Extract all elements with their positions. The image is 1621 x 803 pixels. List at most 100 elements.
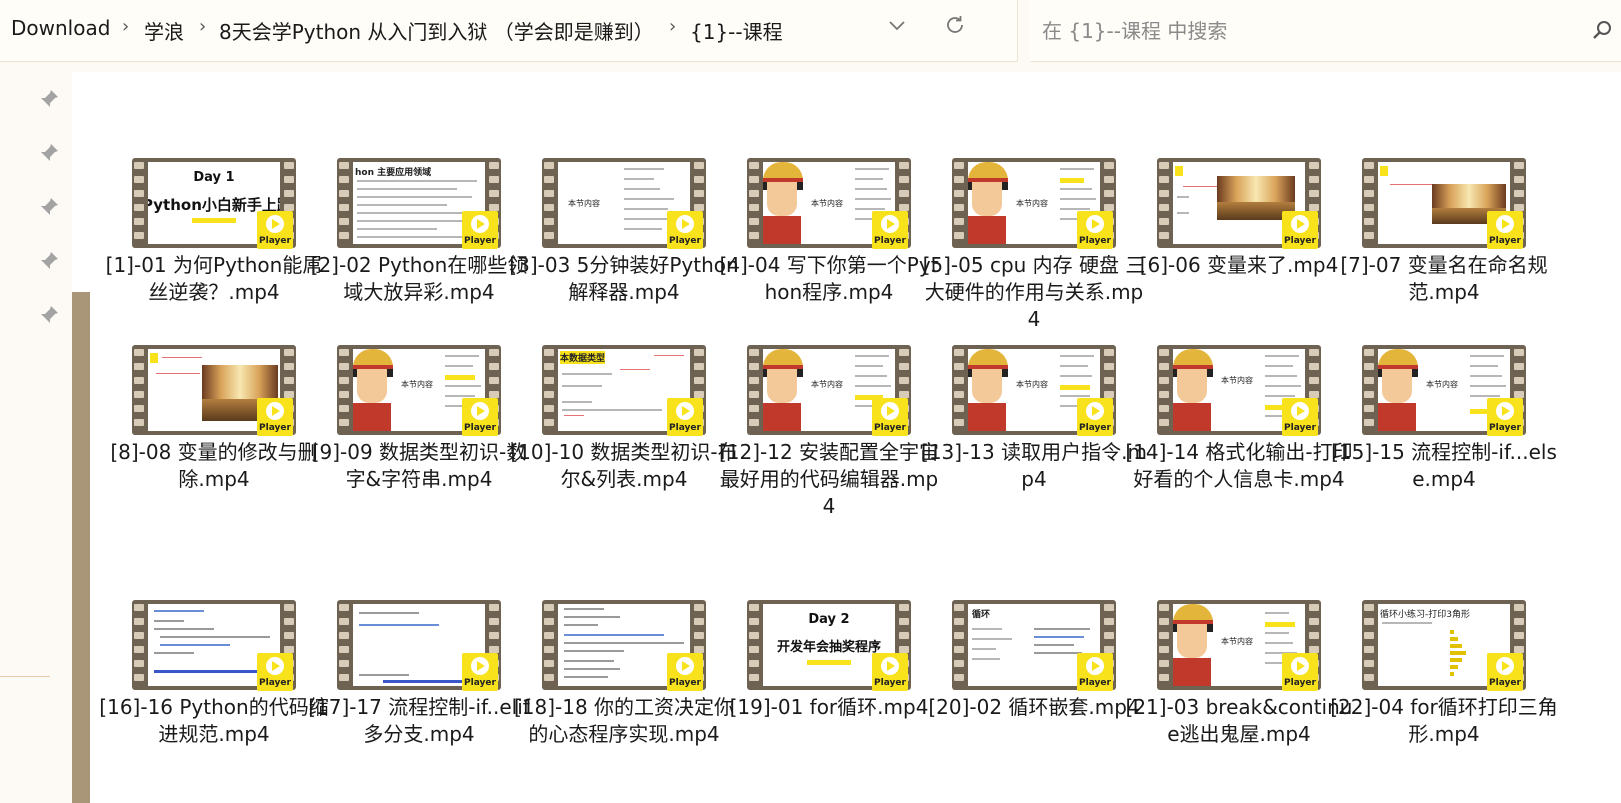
sprocket-hole xyxy=(1364,162,1374,169)
sprocket-holes xyxy=(747,600,761,690)
luffy-image xyxy=(767,369,797,403)
video-thumbnail: Player xyxy=(1157,158,1321,249)
pin-icon[interactable] xyxy=(38,88,60,110)
sprocket-hole xyxy=(749,618,759,625)
sprocket-hole xyxy=(954,232,964,239)
sprocket-hole xyxy=(134,604,144,611)
sprocket-hole xyxy=(489,204,499,211)
text-line xyxy=(624,218,672,220)
slide-tag xyxy=(1060,385,1090,390)
text-line xyxy=(1470,355,1504,357)
text-line xyxy=(1177,212,1189,214)
sprocket-hole xyxy=(1159,176,1169,183)
text-line xyxy=(357,180,477,182)
sprocket-hole xyxy=(339,232,349,239)
code-line xyxy=(564,650,624,652)
luffy-image xyxy=(353,403,391,431)
sprocket-hole xyxy=(1364,391,1374,398)
text-line xyxy=(855,375,887,377)
sprocket-hole xyxy=(954,618,964,625)
sprocket-hole xyxy=(1159,419,1169,426)
text-line xyxy=(357,212,477,214)
play-icon xyxy=(477,406,485,416)
sprocket-hole xyxy=(489,391,499,398)
code-line xyxy=(154,628,214,630)
breadcrumb-download[interactable]: Download xyxy=(11,16,110,40)
video-thumbnail: 循环小练习-打印3角形 Player xyxy=(1362,600,1526,691)
sprocket-hole xyxy=(749,660,759,667)
slide-heading: 本节内容 xyxy=(811,199,843,208)
sprocket-hole xyxy=(134,646,144,653)
sprocket-hole xyxy=(1514,604,1524,611)
chevron-down-icon[interactable] xyxy=(886,14,908,42)
sprocket-hole xyxy=(1159,646,1169,653)
player-badge: Player xyxy=(1077,211,1113,249)
sprocket-holes xyxy=(542,600,556,690)
play-icon xyxy=(1297,661,1305,671)
pin-icon[interactable] xyxy=(38,250,60,272)
badge-label: Player xyxy=(1489,236,1521,246)
sprocket-hole xyxy=(694,190,704,197)
pin-icon[interactable] xyxy=(38,304,60,326)
text-line xyxy=(1470,385,1506,387)
luffy-image xyxy=(1173,658,1211,686)
sprocket-hole xyxy=(544,646,554,653)
sprocket-hole xyxy=(134,232,144,239)
sprocket-hole xyxy=(339,176,349,183)
player-badge: Player xyxy=(1077,398,1113,436)
sprocket-hole xyxy=(694,618,704,625)
address-bar[interactable]: Download › 学浪 › 8天会学Python 从入门到入狱 （学会即是赚… xyxy=(0,0,1018,62)
code-line xyxy=(564,642,684,644)
breadcrumb-course[interactable]: 8天会学Python 从入门到入狱 （学会即是赚到） xyxy=(219,16,654,45)
sprocket-hole xyxy=(954,632,964,639)
sprocket-hole xyxy=(1309,176,1319,183)
sprocket-hole xyxy=(1364,377,1374,384)
sprocket-holes xyxy=(747,345,761,435)
slide-tag xyxy=(1060,178,1084,183)
navigation-pane[interactable] xyxy=(0,72,72,803)
sprocket-hole xyxy=(749,419,759,426)
sprocket-holes xyxy=(337,600,351,690)
sprocket-hole xyxy=(749,405,759,412)
slide-title: 本数据类型 xyxy=(560,351,606,364)
text-line xyxy=(1382,622,1432,624)
player-badge: Player xyxy=(1487,211,1523,249)
play-icon xyxy=(477,661,485,671)
code-line xyxy=(564,660,614,662)
sprocket-hole xyxy=(284,176,294,183)
code-line xyxy=(154,610,204,612)
play-icon xyxy=(887,661,895,671)
sprocket-hole xyxy=(134,204,144,211)
breadcrumb-xuelang[interactable]: 学浪 xyxy=(144,16,184,45)
breadcrumb-current[interactable]: {1}--课程 xyxy=(690,16,783,45)
text-line xyxy=(624,188,660,190)
code-line xyxy=(359,612,419,614)
scrollbar-thumb[interactable] xyxy=(72,292,90,803)
sprocket-holes xyxy=(952,345,966,435)
video-thumbnail: Day 1 Python小白新手上路 Player xyxy=(132,158,296,249)
text-line xyxy=(1265,355,1299,357)
badge-label: Player xyxy=(464,236,496,246)
sprocket-hole xyxy=(1159,204,1169,211)
sprocket-hole xyxy=(1364,618,1374,625)
sprocket-hole xyxy=(1104,204,1114,211)
pin-icon[interactable] xyxy=(38,196,60,218)
sprocket-hole xyxy=(749,204,759,211)
text-line xyxy=(1265,385,1301,387)
sprocket-hole xyxy=(749,349,759,356)
luffy-image xyxy=(1177,624,1207,658)
search-input[interactable] xyxy=(1040,14,1564,48)
sprocket-hole xyxy=(284,162,294,169)
refresh-icon[interactable] xyxy=(944,14,966,42)
luffy-image xyxy=(972,369,1002,403)
search-icon[interactable] xyxy=(1590,18,1616,44)
sprocket-hole xyxy=(899,391,909,398)
sprocket-hole xyxy=(1104,190,1114,197)
sprocket-hole xyxy=(1364,363,1374,370)
pin-icon[interactable] xyxy=(38,142,60,164)
text-line xyxy=(562,409,662,411)
search-box[interactable] xyxy=(1030,0,1621,62)
sprocket-hole xyxy=(1514,646,1524,653)
sprocket-hole xyxy=(1364,419,1374,426)
sprocket-hole xyxy=(544,604,554,611)
